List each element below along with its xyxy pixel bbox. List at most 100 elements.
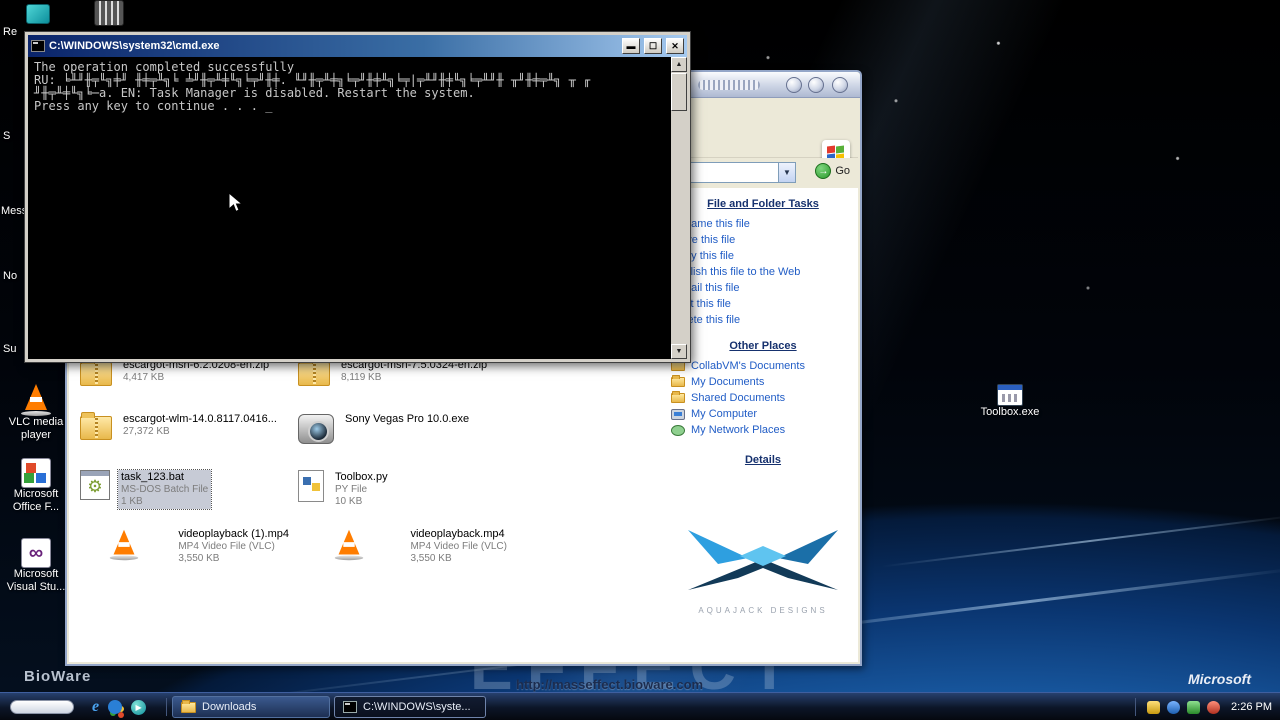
file-tasks-list: Rename this file Move this file Copy thi… — [665, 216, 858, 328]
folder-icon — [671, 359, 685, 371]
other-place-my-network-places[interactable]: My Network Places — [665, 422, 858, 438]
other-place-shared-documents[interactable]: Shared Documents — [665, 390, 858, 406]
media-player-icon[interactable]: ▶ — [131, 699, 147, 715]
system-tray: 2:26 PM — [1135, 693, 1280, 720]
maximize-button[interactable] — [808, 77, 824, 93]
minimize-button[interactable]: ▬ — [622, 38, 640, 54]
desktop-icon-toolbox[interactable]: Toolbox.exe — [974, 384, 1046, 419]
folder-icon — [671, 391, 685, 403]
file-type: MS-DOS Batch File — [121, 484, 209, 495]
file-item[interactable]: videoplayback.mp4 MP4 Video File (VLC) 3… — [298, 527, 510, 579]
file-item[interactable]: Sony Vegas Pro 10.0.exe — [298, 412, 510, 464]
go-button[interactable]: → Go — [815, 163, 850, 179]
other-place-my-documents[interactable]: My Documents — [665, 374, 858, 390]
teal-app-icon[interactable] — [26, 4, 50, 24]
zip-file-icon — [80, 412, 112, 440]
file-type: MP4 Video File (VLC) — [410, 541, 507, 552]
aquajack-caption: AQUAJACK DESIGNS — [698, 606, 828, 615]
console-output[interactable]: The operation completed successfully RU:… — [28, 57, 687, 359]
file-name: escargot-wlm-14.0.8117.0416... — [123, 413, 277, 425]
file-item[interactable]: escargot-msn-6.2.0208-en.zip 4,417 KB — [80, 358, 292, 410]
folder-icon — [181, 699, 196, 713]
details-header[interactable]: Details — [665, 454, 858, 466]
taskbar-button-cmd[interactable]: C:\WINDOWS\syste... — [334, 696, 486, 718]
cmd-icon — [31, 40, 45, 52]
tray-app-icon[interactable] — [1187, 700, 1201, 714]
desktop-icon-label-partial[interactable]: S — [3, 130, 10, 142]
file-item[interactable]: escargot-msn-7.5.0324-en.zip 8,119 KB — [298, 358, 510, 410]
start-button[interactable] — [10, 700, 74, 714]
scrollbar-thumb[interactable] — [671, 73, 687, 111]
wallpaper-url-text: http://masseffect.bioware.com — [516, 677, 704, 692]
close-button[interactable]: ✕ — [666, 38, 684, 54]
file-item[interactable]: videoplayback (1).mp4 MP4 Video File (VL… — [80, 527, 292, 579]
gear-icon: ⚙ — [87, 477, 103, 496]
task-link-email[interactable]: E-mail this file — [671, 280, 858, 296]
minimize-button[interactable] — [786, 77, 802, 93]
zip-file-icon — [298, 358, 330, 386]
file-size: 1 KB — [121, 496, 143, 507]
task-link-print[interactable]: Print this file — [671, 296, 858, 312]
file-item[interactable]: Toolbox.py PY File 10 KB — [298, 470, 510, 522]
task-link-publish[interactable]: Publish this file to the Web — [671, 264, 858, 280]
task-link-move[interactable]: Move this file — [671, 232, 858, 248]
taskbar: e ▶ Downloads C:\WINDOWS\syste... 2:26 P… — [0, 692, 1280, 720]
desktop-icon-visual-studio[interactable]: ∞ Microsoft Visual Stu... — [0, 538, 72, 594]
taskbar-clock: 2:26 PM — [1231, 701, 1272, 713]
internet-explorer-icon[interactable]: e — [92, 697, 99, 717]
console-line: Press any key to continue . . . _ — [34, 99, 273, 113]
desktop-icon-label: VLC media player — [8, 416, 64, 441]
file-item-selected[interactable]: ⚙ task_123.bat MS-DOS Batch File 1 KB — [80, 469, 292, 522]
tray-network-icon[interactable] — [1167, 700, 1181, 714]
desktop-icon-label-partial[interactable]: Su — [3, 343, 16, 355]
desktop-icon-vlc[interactable]: VLC media player — [0, 384, 72, 442]
other-places-header: Other Places — [729, 340, 797, 352]
cmd-titlebar[interactable]: C:\WINDOWS\system32\cmd.exe ▬ ☐ ✕ — [28, 35, 687, 57]
chevron-down-icon[interactable]: ▼ — [778, 163, 795, 182]
file-type: PY File — [335, 484, 368, 495]
file-size: 3,550 KB — [178, 553, 220, 564]
tray-alert-icon[interactable] — [1207, 700, 1221, 714]
movie-maker-icon[interactable] — [94, 0, 124, 26]
task-link-delete[interactable]: Delete this file — [671, 312, 858, 328]
file-size: 27,372 KB — [123, 426, 170, 437]
desktop-icon-label: Microsoft Visual Stu... — [6, 568, 66, 593]
wallpaper-microsoft-text: Microsoft — [1188, 671, 1251, 687]
titlebar-grip — [698, 80, 760, 90]
visual-studio-icon: ∞ — [21, 538, 51, 568]
task-link-copy[interactable]: Copy this file — [671, 248, 858, 264]
msn-icon[interactable] — [108, 700, 123, 714]
taskbar-button-downloads[interactable]: Downloads — [172, 696, 330, 718]
wallpaper-bioware-text: BioWare — [24, 668, 92, 685]
cmd-window: C:\WINDOWS\system32\cmd.exe ▬ ☐ ✕ The op… — [24, 31, 691, 363]
task-link-rename[interactable]: Rename this file — [671, 216, 858, 232]
file-size: 8,119 KB — [341, 372, 382, 383]
file-item[interactable]: escargot-wlm-14.0.8117.0416... 27,372 KB — [80, 412, 292, 464]
file-name: Toolbox.py — [335, 471, 388, 483]
scroll-down-icon[interactable]: ▼ — [671, 344, 687, 359]
task-pane: File and Folder Tasks Rename this file M… — [665, 188, 858, 662]
file-type: MP4 Video File (VLC) — [178, 541, 275, 552]
file-name: Sony Vegas Pro 10.0.exe — [345, 413, 470, 425]
video-camera-icon — [298, 414, 334, 444]
tray-shield-icon[interactable] — [1147, 700, 1161, 714]
aquajack-x-logo — [688, 530, 838, 590]
desktop-icon-label-partial[interactable]: No — [3, 270, 17, 282]
other-place-my-computer[interactable]: My Computer — [665, 406, 858, 422]
desktop-icon-label: Toolbox.exe — [980, 406, 1040, 418]
vlc-cone-icon — [108, 529, 140, 561]
file-tasks-header: File and Folder Tasks — [707, 198, 819, 210]
cmd-window-title: C:\WINDOWS\system32\cmd.exe — [49, 40, 220, 52]
scrollbar[interactable]: ▲ ▼ — [671, 57, 687, 359]
scroll-up-icon[interactable]: ▲ — [671, 57, 687, 72]
batch-file-icon: ⚙ — [80, 470, 110, 500]
desktop-icon-label-partial[interactable]: Re — [3, 26, 17, 38]
maximize-button[interactable]: ☐ — [644, 38, 662, 54]
file-size: 10 KB — [335, 496, 363, 507]
desktop-icon-office[interactable]: Microsoft Office F... — [0, 458, 72, 514]
other-place-collabvm-documents[interactable]: CollabVM's Documents — [665, 358, 858, 374]
desktop-icon-label-partial[interactable]: Mess — [1, 205, 27, 217]
mouse-cursor — [228, 192, 244, 213]
file-size: 4,417 KB — [123, 372, 165, 383]
close-button[interactable] — [832, 77, 848, 93]
